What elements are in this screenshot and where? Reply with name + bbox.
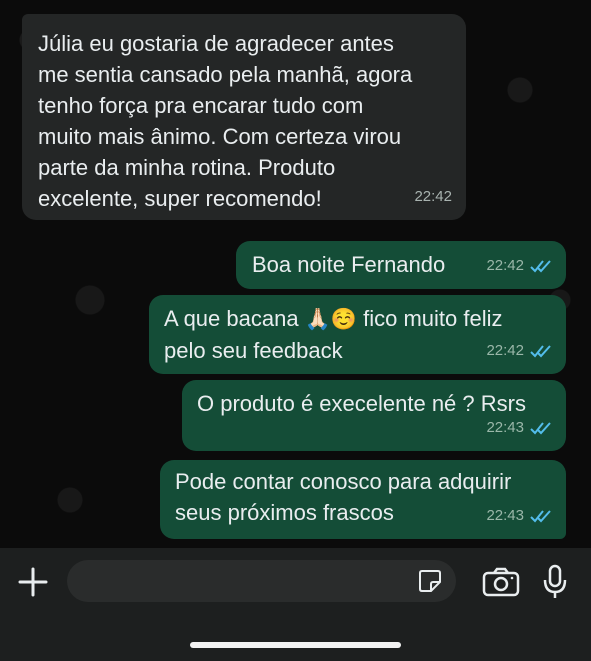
message-text: Júlia eu gostaria de agradecer antes me … (38, 31, 413, 211)
outgoing-message[interactable]: A que bacana 🙏🏻☺️ fico muito feliz pelo … (149, 295, 566, 374)
double-check-read-icon (530, 344, 552, 358)
message-meta: 22:42 (486, 250, 552, 281)
message-time: 22:42 (486, 257, 524, 274)
outgoing-message[interactable]: Boa noite Fernando 22:42 (236, 241, 566, 289)
camera-icon[interactable] (481, 566, 521, 598)
outgoing-message[interactable]: Pode contar conosco para adquirir seus p… (160, 460, 566, 539)
message-input[interactable] (67, 560, 456, 602)
chat-message-list[interactable]: Júlia eu gostaria de agradecer antes me … (0, 0, 591, 548)
double-check-read-icon (530, 421, 552, 435)
double-check-read-icon (530, 259, 552, 273)
plus-icon[interactable] (17, 566, 49, 598)
emoji-pair: 🙏🏻☺️ (304, 308, 357, 331)
microphone-icon[interactable] (540, 564, 570, 600)
message-time: 22:43 (486, 419, 524, 436)
message-time: 22:43 (486, 507, 524, 524)
sticker-icon[interactable] (418, 569, 442, 593)
message-meta: 22:42 (414, 181, 452, 212)
message-time: 22:42 (486, 342, 524, 359)
double-check-read-icon (530, 509, 552, 523)
message-text-part: A que bacana (164, 306, 305, 331)
message-time: 22:42 (414, 188, 452, 205)
outgoing-message[interactable]: O produto é execelente né ? Rsrs 22:43 (182, 380, 566, 451)
message-meta: 22:43 (486, 500, 552, 531)
home-indicator[interactable] (190, 642, 401, 648)
message-meta: 22:42 (486, 335, 552, 366)
incoming-message[interactable]: Júlia eu gostaria de agradecer antes me … (22, 14, 466, 220)
message-meta: 22:43 (486, 412, 552, 443)
